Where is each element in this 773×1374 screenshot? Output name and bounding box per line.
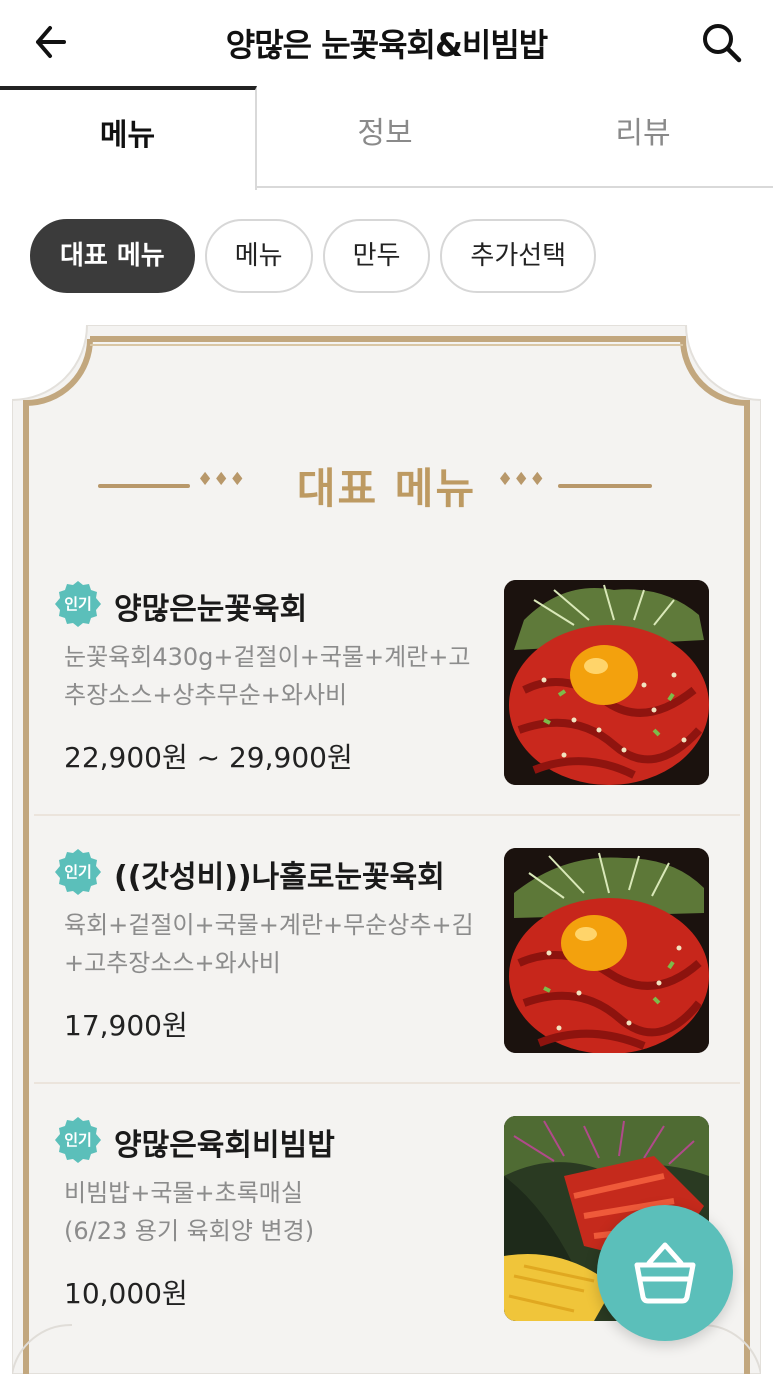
search-icon (703, 24, 742, 63)
item-price: 17,900원 (64, 1009, 188, 1042)
tab-bar: 메뉴 정보 리뷰 (0, 86, 773, 190)
item-description: 육회+겉절이+국물+계란+무순상추+김 +고추장소스+와사비 (64, 906, 484, 982)
menu-item[interactable]: 인기 양많은눈꽃육회 눈꽃육회430g+겉절이+국물+계란+고 추장소스+상추무… (34, 560, 740, 816)
chip-featured-menu[interactable]: 대표 메뉴 (30, 219, 195, 293)
item-description-line: 눈꽃육회430g+겉절이+국물+계란+고 (64, 643, 471, 671)
item-name: ((갓성비))나홀로눈꽃육회 (114, 860, 445, 895)
item-name: 양많은육회비빔밥 (114, 1128, 335, 1163)
popular-badge: 인기 (54, 1116, 102, 1164)
decorative-line-right (558, 484, 652, 488)
badge-label: 인기 (64, 1131, 92, 1149)
popular-badge: 인기 (54, 848, 102, 896)
item-price: 22,900원 ~ 29,900원 (64, 741, 353, 774)
badge-label: 인기 (64, 595, 92, 613)
item-description-line: (6/23 용기 육회양 변경) (64, 1217, 315, 1245)
item-description-line: 육회+겉절이+국물+계란+무순상추+김 (64, 911, 474, 939)
category-chips: 대표 메뉴 메뉴 만두 추가선택 (30, 219, 597, 293)
item-description-line: 비빔밥+국물+초록매실 (64, 1179, 303, 1207)
item-price: 10,000원 (64, 1277, 188, 1310)
menu-item[interactable]: 인기 ((갓성비))나홀로눈꽃육회 육회+겉절이+국물+계란+무순상추+김 +고… (34, 816, 740, 1084)
tab-info[interactable]: 정보 (257, 86, 513, 188)
item-photo (504, 580, 709, 785)
item-description: 눈꽃육회430g+겉절이+국물+계란+고 추장소스+상추무순+와사비 (64, 638, 484, 714)
item-description: 비빔밥+국물+초록매실 (6/23 용기 육회양 변경) (64, 1174, 484, 1250)
tab-reviews[interactable]: 리뷰 (513, 86, 773, 188)
popular-badge: 인기 (54, 580, 102, 628)
search-button[interactable] (697, 18, 747, 66)
item-description-line: 추장소스+상추무순+와사비 (64, 681, 348, 709)
chip-extras[interactable]: 추가선택 (440, 219, 597, 293)
chip-dumplings[interactable]: 만두 (322, 219, 431, 293)
section-header: ♦♦♦ 대표 메뉴 ♦♦♦ (85, 455, 688, 515)
tab-menu[interactable]: 메뉴 (0, 86, 257, 190)
diamond-ornament-right: ♦♦♦ (497, 469, 546, 490)
item-photo (504, 848, 709, 1053)
item-name: 양많은눈꽃육회 (114, 592, 308, 627)
cart-button[interactable] (597, 1205, 733, 1341)
item-description-line: +고추장소스+와사비 (64, 949, 281, 977)
shopping-basket-icon (634, 1242, 696, 1304)
badge-label: 인기 (64, 863, 92, 881)
page-title: 양많은 눈꽃육회&비빔밥 (225, 26, 548, 64)
chip-menu[interactable]: 메뉴 (204, 219, 313, 293)
app-header: 양많은 눈꽃육회&비빔밥 (0, 0, 773, 86)
